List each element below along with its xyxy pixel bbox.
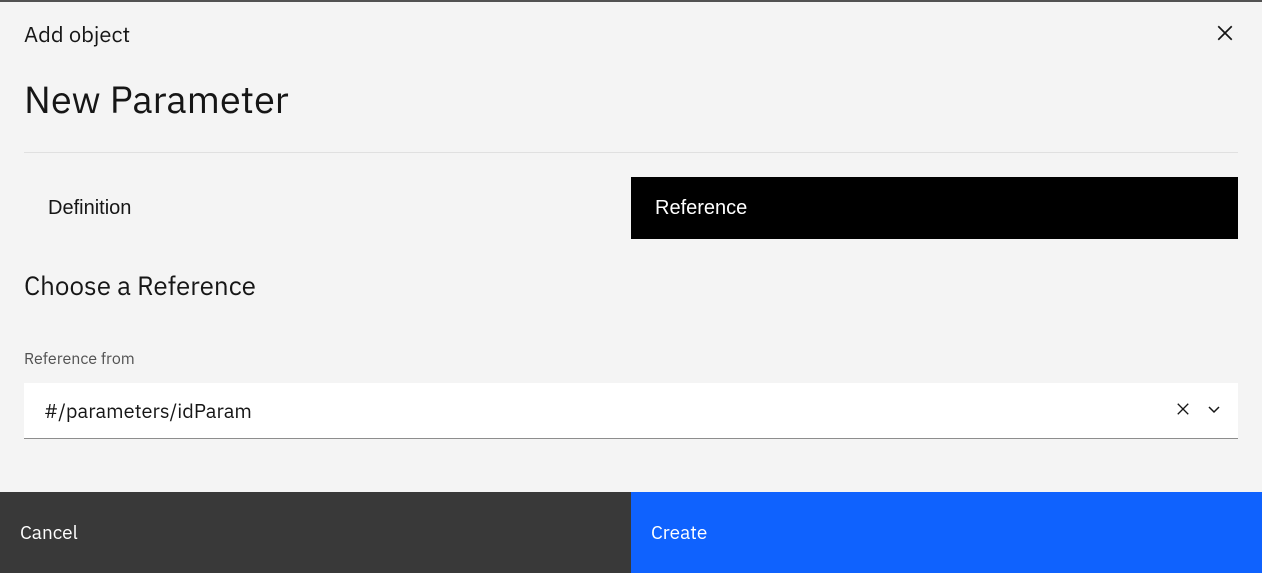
close-button[interactable] (1212, 20, 1238, 49)
dropdown-toggle-button[interactable] (1198, 393, 1230, 428)
section-title: Choose a Reference (24, 269, 1238, 303)
divider (24, 152, 1238, 153)
reference-from-input[interactable] (44, 397, 1168, 424)
cancel-button[interactable]: Cancel (0, 492, 631, 573)
reference-from-combobox[interactable] (24, 383, 1238, 439)
clear-button[interactable] (1168, 394, 1198, 427)
dialog-supertitle: Add object (24, 20, 130, 49)
reference-from-label: Reference from (24, 349, 135, 369)
close-icon (1176, 402, 1190, 419)
add-object-dialog: Add object New Parameter Definition Refe… (0, 2, 1262, 492)
chevron-down-icon (1206, 401, 1222, 420)
tabs: Definition Reference (24, 177, 1238, 239)
dialog-footer: Cancel Create (0, 492, 1262, 573)
tab-definition[interactable]: Definition (24, 177, 631, 239)
reference-from-field: Reference from (24, 349, 1238, 439)
tab-reference[interactable]: Reference (631, 177, 1238, 239)
dialog-title: New Parameter (24, 75, 1238, 124)
dialog-header: Add object (24, 20, 1238, 49)
close-icon (1216, 30, 1234, 45)
create-button[interactable]: Create (631, 492, 1262, 573)
